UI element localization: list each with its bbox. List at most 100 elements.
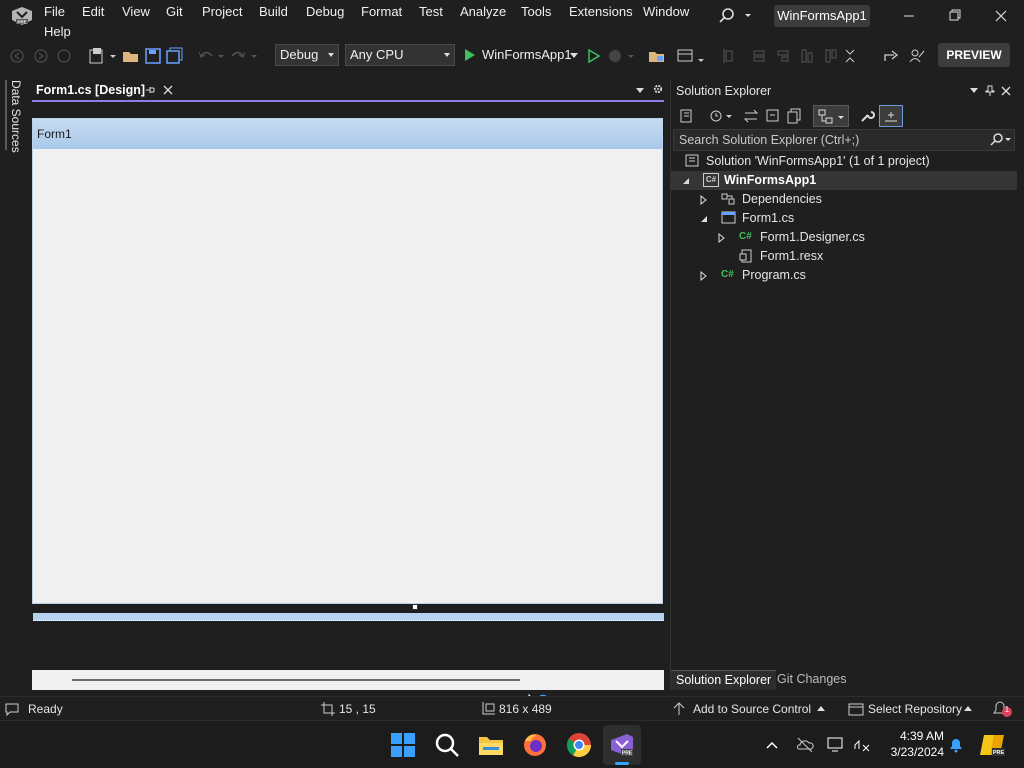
tree-item-form1-cs[interactable]: Form1.cs [671, 209, 1017, 228]
size-icon [482, 702, 495, 715]
scrollbar-thumb[interactable] [72, 679, 520, 681]
document-list-dropdown-icon[interactable] [634, 84, 646, 96]
open-folder-icon[interactable] [122, 47, 140, 65]
clock-date: 3/23/2024 [890, 745, 944, 759]
form1-titlebar[interactable]: Form1 [33, 119, 662, 149]
active-app-indicator [615, 762, 629, 765]
browse-folder-icon[interactable] [648, 47, 666, 65]
menu-help[interactable]: Help [44, 23, 71, 41]
visual-studio-taskbar-button[interactable]: PRE [603, 725, 641, 765]
tab-git-changes[interactable]: Git Changes [772, 670, 851, 690]
platform-select[interactable]: Any CPU [345, 44, 455, 66]
share-icon[interactable] [882, 47, 900, 65]
hot-reload-icon[interactable] [606, 47, 636, 65]
menu-view[interactable]: View [122, 3, 150, 21]
file-explorer-icon[interactable] [477, 731, 505, 759]
tree-item-solution[interactable]: Solution 'WinFormsApp1' (1 of 1 project) [671, 152, 1017, 171]
tree-item-program-cs[interactable]: C# Program.cs [671, 266, 1017, 285]
collapsed-arrow-icon[interactable] [699, 271, 709, 281]
gear-icon[interactable] [652, 83, 664, 95]
notification-bell-icon[interactable] [946, 735, 966, 755]
menu-extensions[interactable]: Extensions [569, 3, 633, 21]
wrench-icon[interactable] [859, 108, 875, 124]
form-resize-handle[interactable] [412, 604, 418, 610]
visual-studio-logo-icon[interactable]: PRE [10, 5, 34, 27]
tab-solution-explorer[interactable]: Solution Explorer [671, 670, 777, 690]
solution-icon [685, 154, 699, 167]
minimize-button[interactable] [886, 4, 932, 28]
menu-file[interactable]: File [44, 3, 65, 21]
notifications-button[interactable]: 1 [990, 699, 1014, 719]
menu-edit[interactable]: Edit [82, 3, 104, 21]
show-all-files-icon[interactable] [787, 108, 803, 124]
menu-format[interactable]: Format [361, 3, 402, 21]
visual-studio-icon: PRE [611, 734, 633, 757]
firefox-icon[interactable] [521, 731, 549, 759]
menu-test[interactable]: Test [419, 3, 443, 21]
save-icon[interactable] [144, 47, 162, 65]
tree-item-dependencies[interactable]: Dependencies [671, 190, 1017, 209]
pin-icon[interactable] [145, 85, 155, 95]
chevron-up-icon[interactable] [765, 739, 779, 751]
output-icon[interactable] [4, 701, 20, 717]
display-icon[interactable] [826, 735, 846, 755]
configuration-select[interactable]: Debug [275, 44, 339, 66]
form1-window[interactable]: Form1 [32, 118, 664, 621]
tab-form1-design[interactable]: Form1.cs [Design] [32, 80, 178, 101]
close-window-button[interactable] [978, 4, 1024, 28]
menu-git[interactable]: Git [166, 3, 183, 21]
save-all-icon[interactable] [166, 47, 184, 65]
solution-explorer-search-input[interactable]: Search Solution Explorer (Ctrl+;) [673, 129, 1015, 151]
search-button[interactable] [716, 6, 756, 26]
menu-project[interactable]: Project [202, 3, 242, 21]
designer-horizontal-scrollbar[interactable] [32, 670, 664, 690]
close-tab-icon[interactable] [163, 85, 173, 95]
expanded-arrow-icon[interactable] [681, 176, 691, 186]
start-debugging-button[interactable]: WinFormsApp1 [462, 44, 580, 66]
windows-start-icon[interactable] [389, 731, 417, 759]
view-switch-button[interactable] [813, 105, 849, 127]
collapsed-arrow-icon[interactable] [699, 195, 709, 205]
copilot-preview-icon[interactable]: PRE [978, 731, 1006, 759]
tree-item-project[interactable]: C# WinFormsApp1 [671, 171, 1017, 190]
new-project-icon[interactable] [88, 47, 118, 65]
repository-icon [848, 703, 864, 716]
start-without-debugging-icon[interactable] [584, 47, 602, 65]
navigate-back-forward-icon[interactable] [8, 47, 74, 65]
search-icon[interactable] [990, 133, 1012, 147]
chrome-icon[interactable] [565, 731, 593, 759]
undo-redo-icon[interactable] [196, 47, 264, 65]
tree-item-form1-resx[interactable]: Form1.resx [671, 247, 1017, 266]
collapsed-arrow-icon[interactable] [717, 233, 727, 243]
onedrive-offline-icon[interactable] [795, 735, 815, 755]
expanded-arrow-icon[interactable] [699, 214, 709, 224]
select-repository-button[interactable]: Select Repository [848, 697, 978, 721]
collapse-all-icon[interactable] [765, 108, 781, 124]
tree-item-form1-designer-cs[interactable]: C# Form1.Designer.cs [671, 228, 1017, 247]
layout-icon[interactable] [676, 47, 706, 65]
close-icon[interactable] [1001, 86, 1011, 96]
home-icon[interactable] [679, 108, 695, 124]
data-sources-tab[interactable]: Data Sources [9, 80, 23, 154]
form-designer-surface[interactable]: Form1 [32, 104, 664, 715]
menu-debug[interactable]: Debug [306, 3, 344, 21]
network-disconnected-icon[interactable] [852, 735, 872, 755]
menu-analyze[interactable]: Analyze [460, 3, 506, 21]
sync-active-document-icon[interactable] [743, 108, 759, 124]
menu-window[interactable]: Window [643, 3, 689, 21]
preview-button[interactable]: PREVIEW [938, 43, 1010, 67]
pin-icon[interactable] [985, 85, 995, 97]
tree-label: Form1.cs [742, 211, 795, 225]
alignment-tools-icon[interactable] [722, 47, 872, 65]
taskbar-clock[interactable]: 4:39 AM 3/23/2024 [878, 728, 944, 760]
chevron-down-icon[interactable] [969, 87, 979, 95]
add-to-source-control-button[interactable]: Add to Source Control [672, 697, 830, 721]
preview-selected-items-button[interactable] [879, 105, 903, 127]
menu-tools[interactable]: Tools [521, 3, 551, 21]
tree-label: Program.cs [742, 268, 806, 282]
live-share-icon[interactable] [908, 47, 926, 65]
restore-button[interactable] [932, 4, 978, 28]
menu-build[interactable]: Build [259, 3, 288, 21]
pending-changes-filter-icon[interactable] [709, 108, 735, 124]
search-icon[interactable] [433, 731, 461, 759]
